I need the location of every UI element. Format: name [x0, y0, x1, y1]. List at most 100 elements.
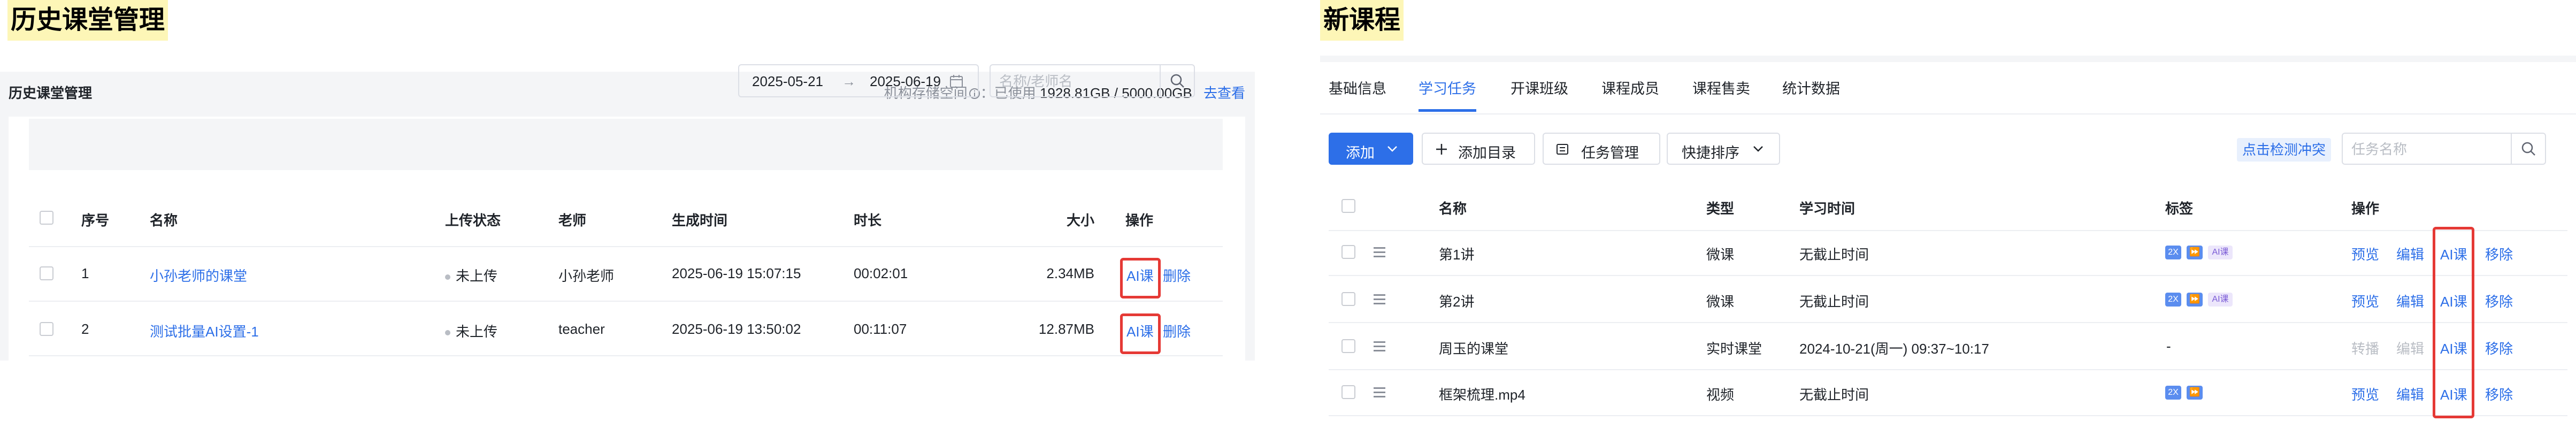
plus-icon: [1436, 144, 1447, 155]
col-actions: 操作: [1125, 212, 1154, 228]
drag-handle-icon[interactable]: [1374, 294, 1385, 307]
annotation-highlight: [2433, 227, 2474, 418]
task-search-button[interactable]: [2511, 134, 2545, 164]
annotation-highlight: [1120, 313, 1161, 354]
list-icon: [1557, 144, 1568, 155]
col-index: 序号: [81, 212, 110, 228]
edit-button[interactable]: 编辑: [2396, 244, 2424, 264]
status-dot: [445, 274, 450, 280]
row-size: 12.87MB: [1038, 321, 1094, 337]
tab-members[interactable]: 课程成员: [1601, 77, 1659, 98]
select-all-checkbox[interactable]: [40, 211, 53, 225]
col-size: 大小: [1067, 212, 1095, 228]
calendar-icon: [950, 75, 963, 88]
remove-button[interactable]: 移除: [2485, 384, 2513, 404]
select-all-checkbox[interactable]: [1341, 199, 1355, 213]
add-directory-button[interactable]: 添加目录: [1422, 133, 1535, 165]
task-search: [2342, 133, 2546, 165]
speed-2x-tag: 2X: [2165, 386, 2181, 400]
task-manage-button[interactable]: 任务管理: [1543, 133, 1660, 165]
search-icon: [1170, 74, 1184, 88]
task-name: 框架梳理.mp4: [1439, 387, 1525, 403]
col-task-time: 学习时间: [1799, 201, 1856, 217]
section-title-new-course: 新课程: [1320, 0, 1404, 41]
speed-2x-tag: 2X: [2165, 293, 2181, 307]
fast-forward-icon: ⏩: [2187, 246, 2203, 259]
delete-button[interactable]: 删除: [1163, 321, 1191, 341]
task-action-primary[interactable]: 预览: [2351, 291, 2379, 311]
col-name: 名称: [150, 212, 178, 228]
tab-basic-info[interactable]: 基础信息: [1329, 77, 1386, 98]
drag-handle-icon[interactable]: [1374, 341, 1385, 354]
task-action-primary[interactable]: 预览: [2351, 384, 2379, 404]
row-checkbox[interactable]: [1341, 385, 1355, 399]
no-tags: -: [2166, 338, 2171, 354]
status-dot: [445, 330, 450, 336]
remove-button[interactable]: 移除: [2485, 338, 2513, 358]
row-name-link[interactable]: 测试批量AI设置-1: [150, 321, 259, 341]
date-range-picker[interactable]: 2025-05-21 → 2025-06-19: [738, 64, 979, 97]
chevron-down-icon: [1753, 146, 1763, 152]
drag-handle-icon[interactable]: [1374, 247, 1385, 260]
col-task-type: 类型: [1706, 201, 1735, 217]
row-checkbox[interactable]: [40, 266, 53, 280]
row-size: 2.34MB: [1046, 265, 1094, 281]
row-checkbox[interactable]: [40, 322, 53, 336]
task-name: 第2讲: [1439, 294, 1475, 310]
tab-learning-tasks[interactable]: 学习任务: [1419, 77, 1476, 98]
panel-title: 历史课堂管理: [9, 85, 93, 101]
delete-button[interactable]: 删除: [1163, 265, 1191, 285]
check-conflict-button[interactable]: 点击检测冲突: [2237, 138, 2332, 162]
task-time: 无截止时间: [1799, 387, 1869, 403]
row-divider: [1329, 275, 2567, 276]
edit-button[interactable]: 编辑: [2396, 384, 2424, 404]
task-action-primary[interactable]: 转播: [2351, 338, 2379, 358]
row-created: 2025-06-19 15:07:15: [672, 265, 801, 281]
date-separator: →: [842, 73, 856, 89]
row-created: 2025-06-19 13:50:02: [672, 321, 801, 337]
row-name-link[interactable]: 小孙老师的课堂: [150, 265, 247, 285]
table-header: [29, 119, 1223, 170]
task-search-input[interactable]: [2350, 140, 2513, 159]
row-checkbox[interactable]: [1341, 339, 1355, 353]
col-teacher: 老师: [558, 212, 587, 228]
row-index: 2: [81, 321, 89, 337]
quick-sort-button[interactable]: 快捷排序: [1667, 133, 1780, 165]
row-divider: [1329, 230, 2567, 231]
edit-button[interactable]: 编辑: [2396, 291, 2424, 311]
task-time: 2024-10-21(周一) 09:37~10:17: [1799, 341, 1989, 357]
row-divider: [29, 355, 1223, 356]
row-index: 1: [81, 265, 89, 281]
quick-sort-label: 快捷排序: [1682, 145, 1739, 161]
speed-2x-tag: 2X: [2165, 246, 2181, 259]
row-checkbox[interactable]: [1341, 245, 1355, 259]
task-type: 微课: [1706, 247, 1735, 263]
task-type: 微课: [1706, 294, 1735, 310]
upload-status-text: 未上传: [456, 268, 498, 284]
search-icon: [2521, 142, 2535, 156]
tab-classes[interactable]: 开课班级: [1511, 77, 1568, 98]
add-button-label: 添加: [1346, 145, 1375, 161]
drag-handle-icon[interactable]: [1374, 387, 1385, 400]
row-duration: 00:02:01: [854, 265, 908, 281]
edit-button[interactable]: 编辑: [2396, 338, 2424, 358]
task-time: 无截止时间: [1799, 247, 1869, 263]
section-title-history: 历史课堂管理: [7, 0, 168, 41]
history-search-button[interactable]: [1160, 65, 1194, 96]
row-divider: [29, 301, 1223, 302]
row-checkbox[interactable]: [1341, 292, 1355, 306]
task-type: 视频: [1706, 387, 1735, 403]
row-duration: 00:11:07: [854, 321, 907, 337]
task-time: 无截止时间: [1799, 294, 1869, 310]
remove-button[interactable]: 移除: [2485, 244, 2513, 264]
add-button[interactable]: 添加: [1329, 133, 1413, 165]
tab-sales[interactable]: 课程售卖: [1692, 77, 1750, 98]
storage-view-link[interactable]: 去查看: [1203, 85, 1245, 101]
history-search: [990, 64, 1195, 97]
upload-status: 未上传: [445, 265, 497, 285]
remove-button[interactable]: 移除: [2485, 291, 2513, 311]
row-teacher: 小孙老师: [558, 268, 615, 284]
history-search-input[interactable]: [998, 72, 1161, 91]
tab-statistics[interactable]: 统计数据: [1782, 77, 1840, 98]
task-action-primary[interactable]: 预览: [2351, 244, 2379, 264]
